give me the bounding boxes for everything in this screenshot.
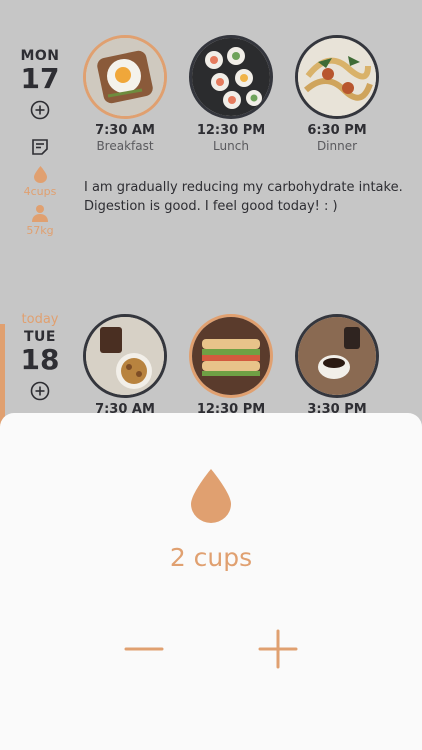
day-note[interactable]: I am gradually reducing my carbohydrate … — [84, 178, 414, 216]
plus-circle-icon — [30, 381, 50, 401]
toast-egg-photo — [86, 38, 164, 116]
meal-time: 12:30 PM — [196, 123, 266, 138]
weight-log[interactable] — [0, 204, 80, 222]
note-button[interactable] — [0, 138, 80, 156]
food-diary-screen: MON 17 4cups 57kg 7:30 AM Breakfast 12:3… — [0, 0, 422, 750]
meal-tue-3[interactable]: 3:30 PM — [287, 314, 387, 417]
water-intake-sheet: 2 cups — [0, 413, 422, 750]
note-icon — [32, 139, 48, 155]
meal-dinner[interactable]: 6:30 PM Dinner — [287, 35, 387, 153]
meal-photo-lunch — [189, 35, 273, 119]
increase-water-button[interactable] — [254, 625, 302, 673]
meal-lunch[interactable]: 12:30 PM Lunch — [181, 35, 281, 153]
water-log[interactable] — [0, 166, 80, 183]
meal-breakfast[interactable]: 7:30 AM Breakfast — [75, 35, 175, 153]
day-header-mon: MON 17 4cups 57kg — [0, 48, 80, 237]
meal-label: Dinner — [316, 139, 358, 153]
meal-photo — [295, 314, 379, 398]
meal-label: Breakfast — [96, 139, 154, 153]
meal-time: 7:30 AM — [95, 123, 155, 138]
minus-icon — [124, 647, 164, 651]
meal-photo — [83, 314, 167, 398]
pasta-photo — [298, 38, 376, 116]
weight-amount: 57kg — [26, 224, 54, 237]
meal-photo-breakfast — [83, 35, 167, 119]
add-entry-button[interactable] — [0, 100, 80, 120]
decrease-water-button[interactable] — [120, 625, 168, 673]
water-drop-icon — [191, 469, 231, 523]
water-amount: 4cups — [23, 185, 57, 198]
meal-tue-1[interactable]: 7:30 AM — [75, 314, 175, 417]
person-icon — [32, 205, 48, 222]
water-cups-value: 2 cups — [169, 543, 253, 572]
meal-photo — [189, 314, 273, 398]
add-entry-button[interactable] — [0, 381, 80, 401]
day-header-tue: today TUE 18 — [0, 312, 80, 401]
coffee-granola-photo — [86, 317, 164, 395]
plus-icon — [258, 629, 298, 669]
sandwich-photo — [192, 317, 270, 395]
meal-tue-2[interactable]: 12:30 PM — [181, 314, 281, 417]
plus-circle-icon — [30, 100, 50, 120]
meal-label: Lunch — [213, 139, 249, 153]
today-label: today — [21, 312, 59, 327]
day-monday: MON 17 4cups 57kg 7:30 AM Breakfast 12:3… — [0, 0, 422, 280]
date-number: 18 — [20, 343, 60, 376]
meal-photo-dinner — [295, 35, 379, 119]
water-drop-icon — [33, 166, 47, 183]
coffee-cup-photo — [298, 317, 376, 395]
sushi-photo — [192, 38, 270, 116]
date-number: 17 — [20, 62, 60, 95]
meal-time: 6:30 PM — [307, 123, 367, 138]
